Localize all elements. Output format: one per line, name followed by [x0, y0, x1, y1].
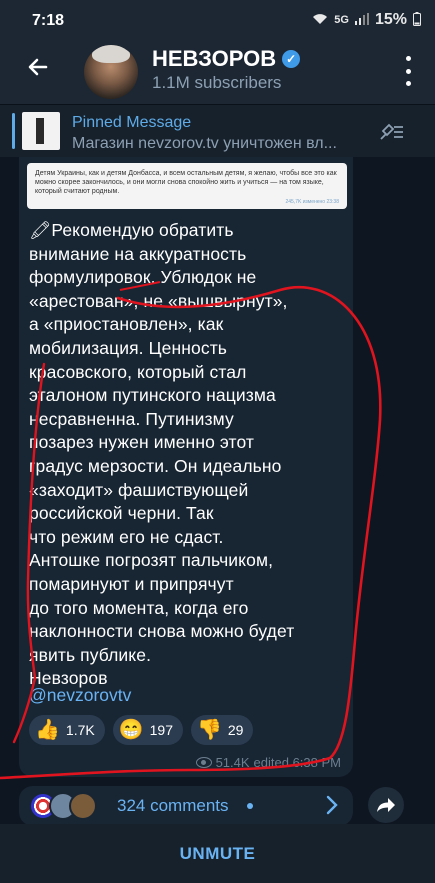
comments-bar[interactable]: 324 comments	[19, 785, 353, 826]
verified-badge-icon: ✓	[282, 50, 301, 68]
reaction-thumbs-down[interactable]: 👎 29	[190, 715, 254, 745]
pinned-message-bar[interactable]: Pinned Message Магазин nevzorov.tv уничт…	[0, 104, 435, 157]
reaction-count: 1.7K	[65, 722, 95, 738]
quote-image[interactable]: Детям Украины, как и детям Донбасса, и в…	[27, 163, 347, 209]
share-arrow-icon[interactable]	[368, 787, 404, 823]
status-bar: 7:18 5G 15%	[0, 0, 435, 40]
grin-face-icon: 😁	[118, 719, 144, 741]
reaction-count: 29	[227, 722, 244, 738]
network-type: 5G	[334, 14, 349, 26]
channel-title[interactable]: НЕВЗОРОВ ✓	[152, 46, 301, 72]
chevron-right-icon	[325, 793, 339, 823]
message-meta: 51.4K edited 6:38 PM	[195, 755, 341, 770]
message-text: 🖍Рекомендую обратить внимание на аккурат…	[29, 220, 295, 689]
edited-time: edited 6:38 PM	[253, 755, 341, 770]
reactions-row: 👍 1.7K 😁 197 👎 29	[29, 715, 254, 745]
thumbs-up-icon: 👍	[35, 719, 60, 741]
unread-dot	[247, 803, 253, 809]
message-bubble[interactable]: Детям Украины, как и детям Донбасса, и в…	[19, 157, 353, 777]
back-arrow-icon[interactable]	[22, 54, 54, 86]
thumbs-down-icon: 👎	[196, 719, 222, 741]
pinned-indicator	[12, 113, 15, 149]
view-count: 51.4K	[215, 755, 250, 770]
subscriber-count: 1.1M subscribers	[152, 73, 282, 92]
signal-icon	[354, 12, 369, 28]
unmute-button[interactable]: UNMUTE	[0, 824, 435, 883]
reaction-count: 197	[149, 722, 173, 738]
battery-level: 15%	[374, 11, 407, 28]
pinned-title: Pinned Message	[72, 114, 192, 131]
reaction-thumbs-up[interactable]: 👍 1.7K	[29, 715, 105, 745]
reaction-grin[interactable]: 😁 197	[112, 715, 183, 745]
bottom-bar: UNMUTE	[0, 824, 435, 883]
battery-icon	[413, 11, 421, 29]
commenter-avatars	[29, 792, 109, 820]
chat-area: Детям Украины, как и детям Донбасса, и в…	[0, 157, 435, 826]
channel-header: НЕВЗОРОВ ✓ 1.1M subscribers	[0, 40, 435, 104]
wifi-icon	[312, 12, 328, 28]
commenter-avatar	[69, 792, 97, 820]
channel-name: НЕВЗОРОВ	[152, 46, 277, 71]
status-time: 7:18	[32, 12, 65, 29]
pinned-text: Магазин nevzorov.tv уничтожен вл...	[72, 135, 337, 152]
comments-count: 324 comments	[117, 796, 229, 815]
quote-image-meta: 245,7K изменено 23:38	[285, 199, 339, 205]
pinned-thumbnail	[22, 112, 60, 150]
views-eye-icon	[195, 757, 212, 768]
quote-image-text: Детям Украины, как и детям Донбасса, и в…	[35, 170, 337, 195]
more-vertical-icon[interactable]	[403, 56, 413, 86]
status-icons: 5G 15%	[312, 11, 421, 29]
unpin-list-icon[interactable]	[379, 119, 411, 143]
channel-link[interactable]: @nevzorovtv	[29, 685, 131, 706]
channel-avatar[interactable]	[84, 45, 138, 99]
